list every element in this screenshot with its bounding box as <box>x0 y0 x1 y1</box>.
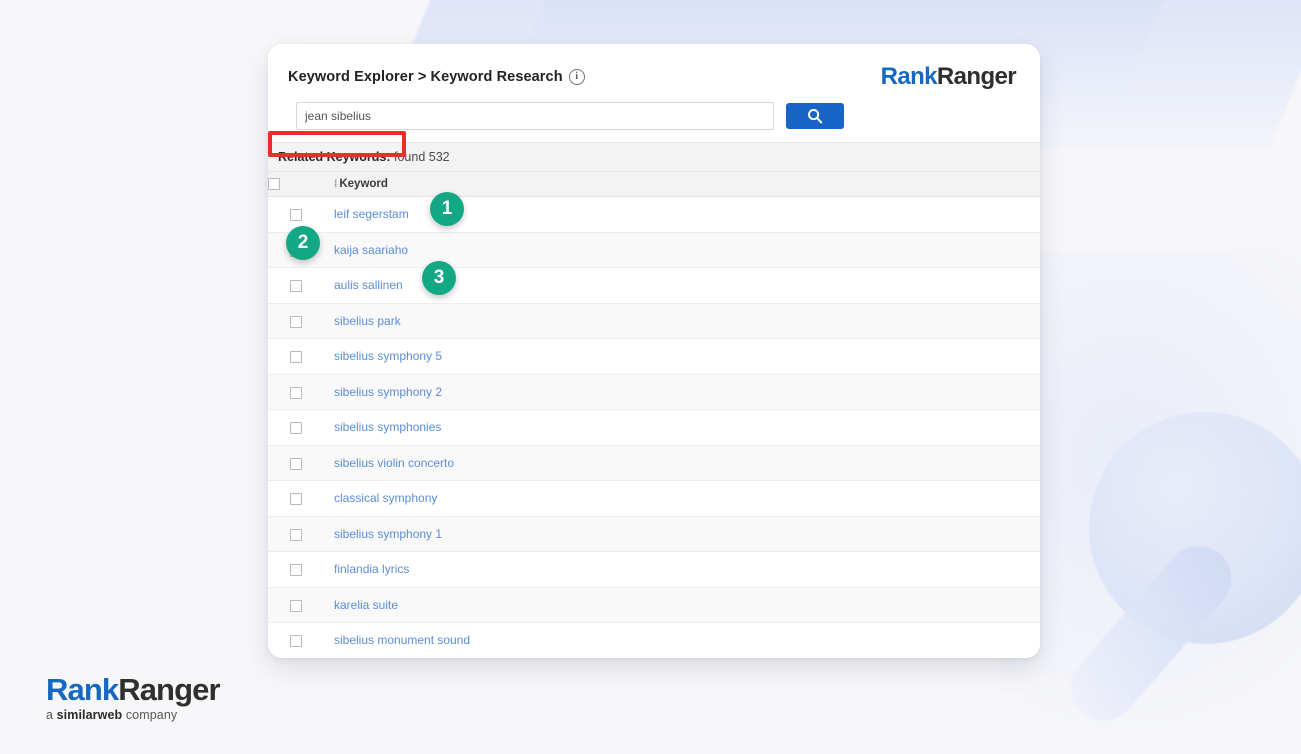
keyword-column-header[interactable]: ⁞Keyword <box>324 172 1040 197</box>
keyword-link[interactable]: sibelius monument sound <box>334 633 470 647</box>
row-checkbox[interactable] <box>290 422 302 434</box>
keyword-link[interactable]: karelia suite <box>334 598 398 612</box>
row-select-cell <box>268 339 324 375</box>
keywords-table-wrapper: ⁞Keyword leif segerstam kaija saariaho aul… <box>268 172 1040 658</box>
keyword-link[interactable]: sibelius park <box>334 314 401 328</box>
keyword-cell: sibelius symphony 1 <box>324 516 1040 552</box>
row-checkbox[interactable] <box>290 529 302 541</box>
logo-text-rank: Rank <box>881 63 937 90</box>
keyword-cell: finlandia lyrics <box>324 552 1040 588</box>
logo-text-ranger: Ranger <box>937 63 1016 90</box>
row-checkbox[interactable] <box>290 209 302 221</box>
keyword-cell: sibelius symphony 5 <box>324 339 1040 375</box>
tagline-similarweb: similarweb <box>57 708 123 722</box>
row-select-cell <box>268 374 324 410</box>
row-select-cell <box>268 623 324 658</box>
tagline-prefix: a <box>46 708 57 722</box>
row-select-cell <box>268 268 324 304</box>
breadcrumb: Keyword Explorer > Keyword Research i <box>288 69 585 85</box>
rankranger-logo: RankRanger <box>881 63 1016 91</box>
row-checkbox[interactable] <box>290 280 302 292</box>
card-header: Keyword Explorer > Keyword Research i Ra… <box>268 44 1040 142</box>
table-row[interactable]: classical symphony <box>268 481 1040 517</box>
row-checkbox[interactable] <box>290 316 302 328</box>
search-icon <box>806 107 824 125</box>
keyword-cell: sibelius violin concerto <box>324 445 1040 481</box>
keyword-link[interactable]: sibelius symphony 2 <box>334 385 442 399</box>
table-row[interactable]: sibelius symphony 5 <box>268 339 1040 375</box>
table-row[interactable]: sibelius monument sound <box>268 623 1040 658</box>
row-select-cell <box>268 303 324 339</box>
breadcrumb-row: Keyword Explorer > Keyword Research i Ra… <box>288 62 1020 92</box>
annotation-badge-2: 2 <box>286 226 320 260</box>
row-checkbox[interactable] <box>290 635 302 647</box>
keyword-cell: sibelius monument sound <box>324 623 1040 658</box>
table-row[interactable]: sibelius park <box>268 303 1040 339</box>
keyword-cell: sibelius park <box>324 303 1040 339</box>
annotation-badge-3: 3 <box>422 261 456 295</box>
row-select-cell <box>268 445 324 481</box>
tagline-suffix: company <box>122 708 177 722</box>
search-button[interactable] <box>786 103 844 129</box>
table-row[interactable]: sibelius symphonies <box>268 410 1040 446</box>
table-row[interactable]: karelia suite <box>268 587 1040 623</box>
table-row[interactable]: leif segerstam <box>268 197 1040 233</box>
table-row[interactable]: aulis sallinen <box>268 268 1040 304</box>
footer-tagline: a similarweb company <box>46 708 220 722</box>
keyword-cell: sibelius symphonies <box>324 410 1040 446</box>
row-checkbox[interactable] <box>290 458 302 470</box>
row-checkbox[interactable] <box>290 387 302 399</box>
row-select-cell <box>268 587 324 623</box>
keyword-link[interactable]: sibelius symphony 1 <box>334 527 442 541</box>
table-header-row: ⁞Keyword <box>268 172 1040 197</box>
keyword-cell: sibelius symphony 2 <box>324 374 1040 410</box>
row-select-cell <box>268 481 324 517</box>
select-all-header <box>268 172 324 197</box>
row-select-cell <box>268 516 324 552</box>
row-checkbox[interactable] <box>290 493 302 505</box>
keyword-cell: classical symphony <box>324 481 1040 517</box>
keyword-link[interactable]: aulis sallinen <box>334 278 403 292</box>
row-checkbox[interactable] <box>290 564 302 576</box>
select-all-checkbox[interactable] <box>268 178 280 190</box>
table-row[interactable]: finlandia lyrics <box>268 552 1040 588</box>
keyword-link[interactable]: finlandia lyrics <box>334 562 409 576</box>
keyword-link[interactable]: classical symphony <box>334 491 437 505</box>
keyword-column-label: Keyword <box>339 178 388 190</box>
highlight-box-related-keywords <box>268 131 406 157</box>
keyword-search-input[interactable] <box>296 102 774 130</box>
footer-rankranger-logo: RankRanger a similarweb company <box>46 674 220 722</box>
keyword-link[interactable]: kaija saariaho <box>334 243 408 257</box>
table-head: ⁞Keyword <box>268 172 1040 197</box>
keyword-link[interactable]: sibelius violin concerto <box>334 456 454 470</box>
table-row[interactable]: sibelius violin concerto <box>268 445 1040 481</box>
row-select-cell <box>268 410 324 446</box>
row-checkbox[interactable] <box>290 600 302 612</box>
info-icon[interactable]: i <box>569 69 585 85</box>
breadcrumb-text: Keyword Explorer > Keyword Research <box>288 69 563 85</box>
table-row[interactable]: sibelius symphony 2 <box>268 374 1040 410</box>
table-row[interactable]: sibelius symphony 1 <box>268 516 1040 552</box>
footer-logo-rank: Rank <box>46 672 118 707</box>
annotation-badge-1: 1 <box>430 192 464 226</box>
keyword-link[interactable]: sibelius symphony 5 <box>334 349 442 363</box>
row-select-cell <box>268 552 324 588</box>
sort-icon[interactable]: ⁞ <box>334 179 336 190</box>
table-body: leif segerstam kaija saariaho aulis sallin… <box>268 197 1040 658</box>
footer-logo-text: RankRanger <box>46 674 220 705</box>
keyword-link[interactable]: leif segerstam <box>334 207 409 221</box>
keyword-link[interactable]: sibelius symphonies <box>334 420 441 434</box>
keyword-cell: karelia suite <box>324 587 1040 623</box>
table-row[interactable]: kaija saariaho <box>268 232 1040 268</box>
row-checkbox[interactable] <box>290 351 302 363</box>
footer-logo-ranger: Ranger <box>118 672 219 707</box>
keywords-table: ⁞Keyword leif segerstam kaija saariaho aul… <box>268 172 1040 658</box>
